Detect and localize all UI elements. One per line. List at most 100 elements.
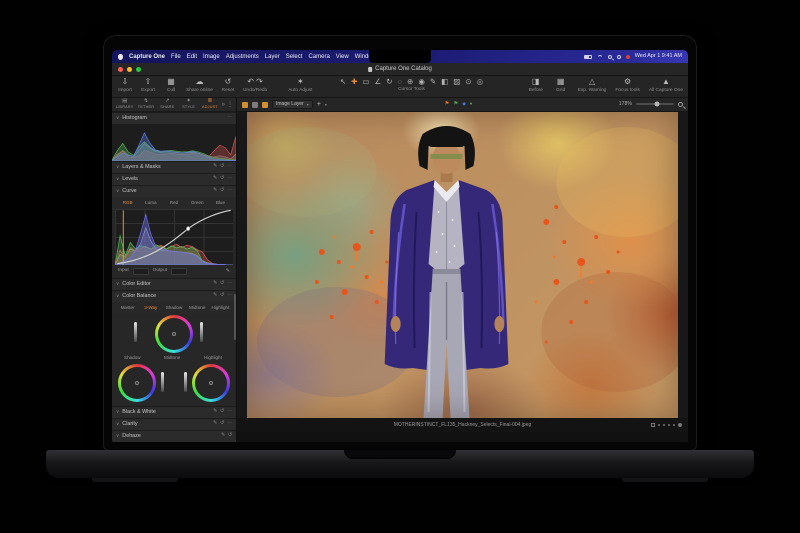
mask-display-toggle-2[interactable]	[252, 102, 258, 108]
green-flag-icon[interactable]: ⚑	[453, 102, 458, 108]
shadow-color-wheel[interactable]	[118, 364, 156, 402]
clarity-menu-icon[interactable]: ···	[227, 422, 232, 427]
menu-item-camera[interactable]: Camera	[308, 54, 329, 60]
curve-input-field[interactable]	[133, 268, 149, 275]
black-white-header[interactable]: ∨ Black & White ✎ ↺ ···	[112, 406, 236, 418]
curve-reset-icon[interactable]: ↺	[220, 189, 224, 194]
battery-icon[interactable]	[584, 55, 592, 59]
straighten-tool-icon[interactable]: ∠	[375, 78, 382, 86]
cb-tab-highlight[interactable]: Highlight	[209, 306, 232, 311]
color-balance-menu-icon[interactable]: ···	[227, 294, 232, 299]
levels-edit-icon[interactable]: ✎	[213, 177, 217, 182]
menu-item-view[interactable]: View	[336, 54, 349, 60]
curve-tab-red[interactable]: Red	[162, 201, 185, 206]
menu-item-adjustments[interactable]: Adjustments	[226, 54, 259, 60]
cb-tab-shadow[interactable]: Shadow	[162, 306, 185, 311]
spot-removal-tool-icon[interactable]: ◌	[398, 78, 402, 86]
highlight-color-wheel[interactable]	[192, 364, 230, 402]
rotate-tool-icon[interactable]: ↻	[386, 78, 392, 86]
radial-gradient-mask-tool-icon[interactable]: ⊙	[465, 78, 471, 86]
mask-display-toggle-3[interactable]	[262, 102, 268, 108]
curve-tab-blue[interactable]: Blue	[209, 201, 232, 206]
pointer-tool-icon[interactable]: ↖	[340, 78, 346, 86]
color-editor-edit-icon[interactable]: ✎	[213, 282, 217, 287]
user-icon[interactable]	[617, 55, 621, 59]
shadow-lightness-slider[interactable]	[161, 372, 164, 392]
cull-button[interactable]: ▦ Cull	[163, 78, 179, 94]
panel-menu-icon[interactable]: ⋮	[227, 102, 233, 108]
heal-tool-icon[interactable]: ⊕	[407, 78, 413, 86]
mask-display-toggle-1[interactable]	[242, 102, 248, 108]
dehaze-edit-icon[interactable]: ✎	[221, 434, 225, 439]
view-option-dot[interactable]	[668, 424, 670, 426]
all-capture-one-button[interactable]: ▲ All Capture One	[649, 78, 683, 94]
curve-picker-icon[interactable]: ✎	[226, 269, 230, 274]
levels-reset-icon[interactable]: ↺	[220, 177, 224, 182]
clarity-reset-icon[interactable]: ↺	[220, 422, 224, 427]
cb-tab-midtone[interactable]: Midtone	[186, 306, 209, 311]
draw-mask-tool-icon[interactable]: ✎	[430, 78, 436, 86]
linear-gradient-mask-tool-icon[interactable]: ▨	[453, 78, 460, 86]
proof-margin-icon[interactable]	[651, 423, 655, 427]
levels-header[interactable]: ∨ Levels ✎ ↺ ···	[112, 173, 236, 185]
bw-menu-icon[interactable]: ···	[227, 410, 232, 415]
color-balance-header[interactable]: ∨ Color Balance ✎ ↺ ···	[112, 290, 236, 302]
bw-reset-icon[interactable]: ↺	[220, 410, 224, 415]
zoom-slider-knob[interactable]	[654, 102, 659, 107]
orange-flag-icon[interactable]: ⚑	[444, 102, 449, 108]
before-button[interactable]: ◨ Before	[528, 78, 544, 94]
auto-adjust-button[interactable]: ✶ Auto Adjust	[288, 78, 312, 94]
menu-item-file[interactable]: File	[171, 54, 181, 60]
curve-edit-icon[interactable]: ✎	[213, 189, 217, 194]
more-tabs-icon[interactable]: »	[222, 102, 225, 108]
menu-item-capture-one[interactable]: Capture One	[129, 54, 165, 60]
cb-tab-3way[interactable]: 3-Way	[139, 306, 162, 311]
histogram-menu-icon[interactable]: ···	[227, 116, 232, 121]
zoom-slider[interactable]	[636, 103, 674, 105]
add-layer-chevron-icon[interactable]: ▾	[325, 103, 327, 107]
wifi-icon[interactable]	[597, 55, 603, 59]
import-button[interactable]: ⇩ Import	[117, 78, 133, 94]
photo-canvas[interactable]	[247, 112, 678, 418]
panel-scrollbar[interactable]	[234, 294, 236, 340]
curve-header[interactable]: ∨ Curve ✎ ↺ ···	[112, 185, 236, 197]
undo-redo-button[interactable]: ↶ ↷ Undo/Redo	[243, 78, 267, 94]
view-toggle-icon[interactable]	[678, 423, 682, 427]
curve-menu-icon[interactable]: ···	[227, 189, 232, 194]
menu-bar-clock[interactable]: Wed Apr 1 9:41 AM	[635, 54, 682, 60]
magnifier-icon[interactable]	[678, 102, 683, 107]
layers-edit-icon[interactable]: ✎	[213, 165, 217, 170]
green-dot-icon[interactable]: ●	[470, 102, 473, 107]
color-balance-edit-icon[interactable]: ✎	[213, 294, 217, 299]
tab-adjust[interactable]: ≣ ADJUST	[200, 99, 219, 110]
cb-tab-master[interactable]: Master	[116, 306, 139, 311]
minimize-button[interactable]	[127, 67, 132, 72]
color-editor-reset-icon[interactable]: ↺	[220, 282, 224, 287]
view-option-dot[interactable]	[658, 424, 660, 426]
curve-tab-rgb[interactable]: RGB	[116, 201, 139, 206]
menu-item-select[interactable]: Select	[286, 54, 303, 60]
curve-tab-luma[interactable]: Luma	[139, 201, 162, 206]
export-button[interactable]: ⇧ Export	[140, 78, 156, 94]
curve-tab-green[interactable]: Green	[186, 201, 209, 206]
menu-item-layer[interactable]: Layer	[265, 54, 280, 60]
exposure-warning-button[interactable]: △ Exp. Warning	[578, 78, 607, 94]
midtone-lightness-slider[interactable]	[200, 322, 203, 342]
highlight-saturation-slider[interactable]	[184, 372, 187, 392]
clone-tool-icon[interactable]: ◉	[418, 78, 425, 86]
layers-masks-header[interactable]: ∨ Layers & Masks ✎ ↺ ···	[112, 161, 236, 173]
layer-selector[interactable]: Image Layer ▾	[272, 100, 313, 109]
midtone-saturation-slider[interactable]	[134, 322, 137, 342]
color-picker-tool-icon[interactable]: ◎	[477, 78, 484, 86]
clarity-edit-icon[interactable]: ✎	[213, 422, 217, 427]
search-icon[interactable]	[608, 55, 612, 59]
menu-item-edit[interactable]: Edit	[187, 54, 197, 60]
view-option-dot[interactable]	[673, 424, 675, 426]
tab-style[interactable]: ✦ STYLE	[179, 99, 198, 110]
color-editor-menu-icon[interactable]: ···	[227, 282, 232, 287]
layers-reset-icon[interactable]: ↺	[220, 165, 224, 170]
fullscreen-button[interactable]	[136, 67, 141, 72]
blue-diamond-icon[interactable]: ◆	[462, 102, 465, 107]
color-balance-reset-icon[interactable]: ↺	[220, 294, 224, 299]
clarity-header[interactable]: ∨ Clarity ✎ ↺ ···	[112, 418, 236, 430]
